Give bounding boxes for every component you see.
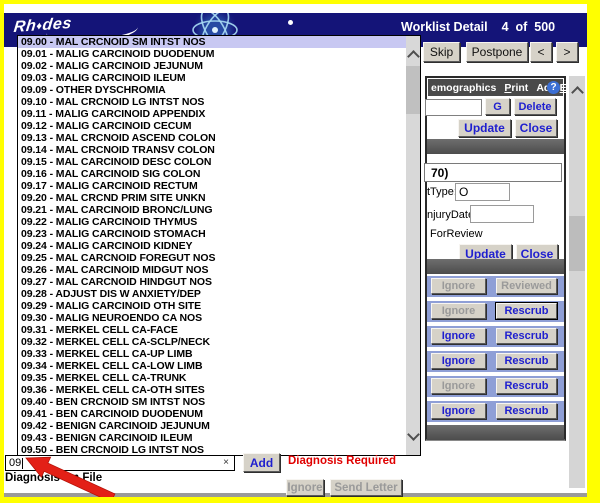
ignore-button[interactable]: Ignore xyxy=(431,403,486,419)
diagnosis-listbox-rows: 09.00 - MAL CRCNOID SM INTST NOS09.01 - … xyxy=(18,36,406,456)
list-item[interactable]: 09.30 - MALIG NEUROENDO CA NOS xyxy=(18,312,406,324)
list-item[interactable]: 09.32 - MERKEL CELL CA-SCLP/NECK xyxy=(18,336,406,348)
help-icon[interactable]: ? xyxy=(547,81,560,94)
list-item[interactable]: 09.40 - BEN CRCNOID SM INTST NOS xyxy=(18,396,406,408)
list-item[interactable]: 09.36 - MERKEL CELL CA-OTH SITES xyxy=(18,384,406,396)
close-button[interactable]: Close xyxy=(515,119,557,137)
section-divider-bar xyxy=(427,139,564,154)
list-item[interactable]: 09.02 - MALIG CARCINOID JEJUNUM xyxy=(18,60,406,72)
menu-item[interactable]: Print xyxy=(504,82,528,94)
record-counter: 4 of 500 xyxy=(502,20,556,34)
list-item[interactable]: 09.15 - MAL CARCINOID DESC COLON xyxy=(18,156,406,168)
logo-decoration xyxy=(288,20,293,25)
action-row: Ignore Rescrub xyxy=(427,401,564,422)
rescrub-button[interactable]: Rescrub xyxy=(496,378,557,394)
list-item[interactable]: 09.03 - MALIG CARCINOID ILEUM xyxy=(18,72,406,84)
code-value-box: 70) xyxy=(424,163,562,182)
rescrub-button[interactable]: Rescrub xyxy=(496,303,557,319)
list-item[interactable]: 09.34 - MERKEL CELL CA-LOW LIMB xyxy=(18,360,406,372)
action-row: Ignore Reviewed xyxy=(427,276,564,297)
update-button[interactable]: Update xyxy=(458,119,511,137)
list-item[interactable]: 09.43 - BENIGN CARCINOID ILEUM xyxy=(18,432,406,444)
section-divider-bar xyxy=(427,259,564,274)
skip-button[interactable]: Skip xyxy=(423,42,460,62)
list-item[interactable]: 09.31 - MERKEL CELL CA-FACE xyxy=(18,324,406,336)
patient-type-field[interactable]: O xyxy=(455,183,510,201)
action-row: Ignore Rescrub xyxy=(427,351,564,372)
injury-date-field[interactable] xyxy=(470,205,534,223)
scroll-down-icon[interactable] xyxy=(407,428,420,441)
panel-menubar: emographicsPrintAdd Edit ? xyxy=(428,79,563,96)
list-item[interactable]: 09.21 - MAL CARCINOID BRONC/LUNG xyxy=(18,204,406,216)
rescrub-button[interactable]: Rescrub xyxy=(496,403,557,419)
rescrub-button[interactable]: Rescrub xyxy=(496,353,557,369)
list-item[interactable]: 09.14 - MAL CRCNOID TRANSV COLON xyxy=(18,144,406,156)
previous-record-button[interactable]: < xyxy=(530,42,552,62)
panel-vertical-scrollbar[interactable] xyxy=(569,76,585,488)
scroll-up-icon[interactable] xyxy=(407,50,420,63)
list-item[interactable]: 09.42 - BENIGN CARCINOID JEJUNUM xyxy=(18,420,406,432)
for-review-label: ForReview xyxy=(430,228,483,240)
diagnosis-listbox: 09.00 - MAL CRCNOID SM INTST NOS09.01 - … xyxy=(17,35,421,456)
menu-item[interactable]: emographics xyxy=(431,82,496,94)
list-item[interactable]: 09.35 - MERKEL CELL CA-TRUNK xyxy=(18,372,406,384)
list-item[interactable]: 09.20 - MAL CRCND PRIM SITE UNKN xyxy=(18,192,406,204)
list-item[interactable]: 09.09 - OTHER DYSCHROMIA xyxy=(18,84,406,96)
action-rows: Ignore Reviewed Ignore Rescrub Ignore Rescrub… xyxy=(427,276,564,422)
list-item[interactable]: 09.24 - MALIG CARCINOID KIDNEY xyxy=(18,240,406,252)
list-item[interactable]: 09.12 - MALIG CARCINOID CECUM xyxy=(18,120,406,132)
ignore-button[interactable]: Ignore xyxy=(431,278,486,294)
g-button[interactable]: G xyxy=(485,98,510,115)
listbox-vertical-scrollbar[interactable] xyxy=(406,36,420,455)
clear-input-icon[interactable]: × xyxy=(223,457,229,469)
annotation-frame: Rh♦des Worklist Detail 4 of 500 Skip Pos… xyxy=(0,0,600,503)
section-divider-bar xyxy=(427,425,564,440)
scrollbar-thumb[interactable] xyxy=(406,66,420,114)
list-item[interactable]: 09.26 - MAL CARCINOID MIDGUT NOS xyxy=(18,264,406,276)
red-arrow-annotation xyxy=(18,450,138,497)
send-letter-button[interactable]: Send Letter xyxy=(330,479,402,496)
scrollbar-thumb[interactable] xyxy=(569,216,585,271)
list-item[interactable]: 09.28 - ADJUST DIS W ANXIETY/DEP xyxy=(18,288,406,300)
list-item[interactable]: 09.01 - MALIG CARCINOID DUODENUM xyxy=(18,48,406,60)
page-title: Worklist Detail xyxy=(401,20,488,34)
logo-diamond-icon: ♦ xyxy=(36,20,43,32)
list-item[interactable]: 09.23 - MALIG CARCINOID STOMACH xyxy=(18,228,406,240)
list-item[interactable]: 09.25 - MAL CARCNOID FOREGUT NOS xyxy=(18,252,406,264)
patient-type-label: tType: xyxy=(427,186,457,198)
list-item[interactable]: 09.00 - MAL CRCNOID SM INTST NOS xyxy=(18,36,406,48)
reviewed-button[interactable]: Reviewed xyxy=(496,278,557,294)
next-record-button[interactable]: > xyxy=(556,42,578,62)
ignore-button[interactable]: Ignore xyxy=(431,303,486,319)
action-row: Ignore Rescrub xyxy=(427,301,564,322)
app-window: Rh♦des Worklist Detail 4 of 500 Skip Pos… xyxy=(4,4,587,497)
rescrub-button[interactable]: Rescrub xyxy=(496,328,557,344)
panel-text-field[interactable] xyxy=(425,99,482,116)
list-item[interactable]: 09.11 - MALIG CARCINOID APPENDIX xyxy=(18,108,406,120)
list-item[interactable]: 09.29 - MALIG CARCINOID OTH SITE xyxy=(18,300,406,312)
list-item[interactable]: 09.13 - MAL CRCNOID ASCEND COLON xyxy=(18,132,406,144)
list-item[interactable]: 09.10 - MAL CRCNOID LG INTST NOS xyxy=(18,96,406,108)
list-item[interactable]: 09.17 - MALIG CARCINOID RECTUM xyxy=(18,180,406,192)
add-button[interactable]: Add xyxy=(243,453,280,472)
list-item[interactable]: 09.33 - MERKEL CELL CA-UP LIMB xyxy=(18,348,406,360)
postpone-button[interactable]: Postpone xyxy=(466,42,528,62)
ignore-button[interactable]: Ignore xyxy=(431,378,486,394)
delete-button[interactable]: Delete xyxy=(514,98,556,115)
ignore-button-footer[interactable]: Ignore xyxy=(286,479,324,496)
ignore-button[interactable]: Ignore xyxy=(431,353,486,369)
list-item[interactable]: 09.41 - BEN CARCINOID DUODENUM xyxy=(18,408,406,420)
ignore-button[interactable]: Ignore xyxy=(431,328,486,344)
list-item[interactable]: 09.22 - MALIG CARCINOID THYMUS xyxy=(18,216,406,228)
worklist-detail-panel: emographicsPrintAdd Edit ? G Delete Upda… xyxy=(425,76,566,441)
action-row: Ignore Rescrub xyxy=(427,326,564,347)
scroll-up-icon[interactable] xyxy=(571,86,584,99)
list-item[interactable]: 09.16 - MAL CARCINOID SIG COLON xyxy=(18,168,406,180)
diagnosis-required-message: Diagnosis Required xyxy=(288,455,396,467)
list-item[interactable]: 09.27 - MAL CARCNOID HINDGUT NOS xyxy=(18,276,406,288)
action-row: Ignore Rescrub xyxy=(427,376,564,397)
